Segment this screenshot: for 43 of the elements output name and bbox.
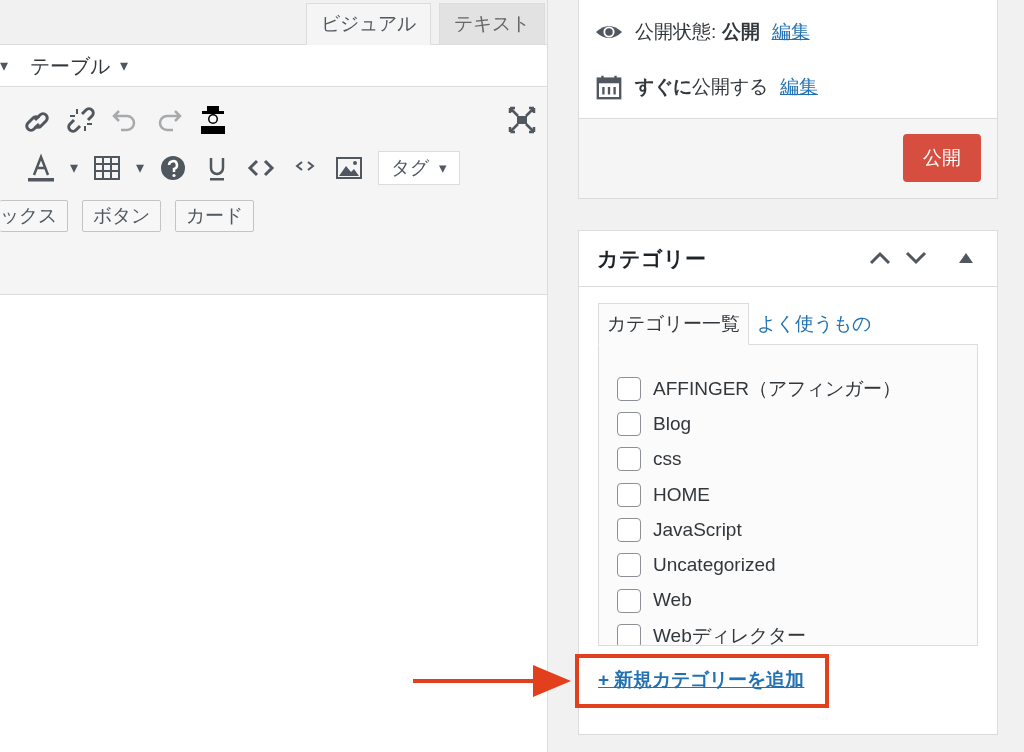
menu-item[interactable]: テーブル	[30, 50, 110, 81]
category-label: Webディレクター	[653, 623, 806, 646]
category-label: Uncategorized	[653, 553, 776, 578]
toolbar-button[interactable]: ボタン	[82, 199, 161, 233]
dropdown-caret[interactable]: ▾	[136, 156, 144, 180]
publish-status-text: すぐに公開する	[635, 75, 768, 99]
checkbox[interactable]	[617, 518, 641, 543]
checkbox[interactable]	[617, 553, 641, 578]
checkbox[interactable]	[617, 482, 641, 507]
dropdown-caret[interactable]: ▾	[119, 53, 128, 78]
toolbar-button[interactable]: カード	[175, 199, 254, 233]
dropdown-caret[interactable]: ▾	[70, 156, 78, 180]
tag-dropdown[interactable]: タグ ▾	[378, 150, 460, 186]
broken-link-icon[interactable]	[66, 105, 96, 135]
category-label: Blog	[653, 411, 692, 436]
checkbox[interactable]	[617, 447, 641, 472]
category-label: css	[653, 447, 682, 472]
publish-button[interactable]: 公開	[903, 134, 981, 183]
category-label: Web	[653, 588, 692, 613]
category-tab[interactable]: よく使うもの	[749, 303, 879, 345]
publish-status-text: 公開状態: 公開	[635, 20, 760, 44]
toolbar-button[interactable]: ックス	[0, 199, 68, 233]
category-label: JavaScript	[653, 517, 742, 542]
checkbox[interactable]	[617, 623, 641, 646]
panel-title: カテゴリー	[597, 245, 707, 272]
editor-tab[interactable]: ビジュアル	[306, 3, 431, 45]
text-color-icon[interactable]	[26, 153, 56, 183]
add-category-link[interactable]: + 新規カテゴリーを追加	[598, 666, 805, 695]
calendar-icon	[595, 73, 623, 102]
help-icon[interactable]	[158, 153, 188, 183]
table-icon[interactable]	[92, 153, 122, 183]
checkbox[interactable]	[617, 588, 641, 613]
category-label: AFFINGER（アフィンガー）	[653, 376, 902, 401]
fullscreen-icon[interactable]	[507, 105, 537, 135]
category-tab[interactable]: カテゴリー一覧	[598, 302, 749, 346]
checkbox[interactable]	[617, 376, 641, 401]
editor-tab[interactable]: テキスト	[439, 3, 545, 45]
person-hat-icon[interactable]	[198, 105, 228, 135]
edit-link[interactable]: 編集	[780, 73, 818, 102]
checkbox[interactable]	[617, 412, 641, 437]
edit-link[interactable]: 編集	[771, 18, 810, 47]
dropdown-caret[interactable]: ▾	[0, 53, 8, 78]
category-label: HOME	[653, 482, 710, 507]
